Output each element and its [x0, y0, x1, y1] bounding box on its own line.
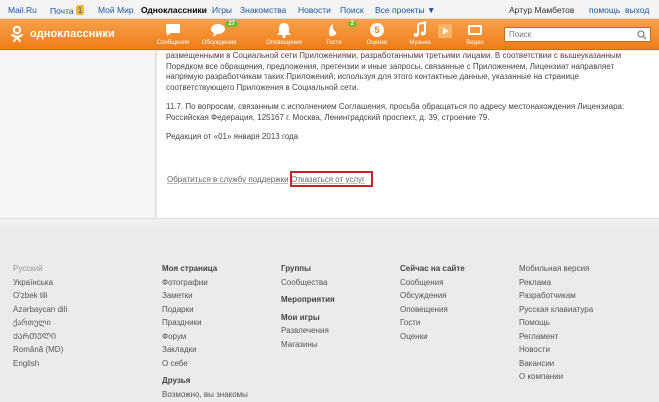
topbar-exit-link[interactable]: выход	[625, 5, 649, 15]
footer-link[interactable]: О компании	[519, 370, 593, 384]
nav-video[interactable]: Видео	[452, 21, 498, 46]
footer-link[interactable]: Магазины	[281, 338, 335, 352]
footer: Русский Українська O'zbek tili Azərbayca…	[0, 226, 659, 402]
footer-link[interactable]: Фотографии	[162, 276, 248, 290]
language-item[interactable]: English	[13, 357, 67, 371]
topbar-mail-label: Почта	[50, 6, 74, 16]
footer-link[interactable]: Возможно, вы знакомы	[162, 388, 248, 402]
footer-link[interactable]: Обсуждения	[400, 289, 465, 303]
footer-col-misc: Мобильная версия Реклама Разработчикам Р…	[519, 262, 593, 384]
ok-logo-icon[interactable]	[8, 25, 26, 43]
footer-heading[interactable]: Группы	[281, 262, 335, 276]
footer-link[interactable]: Развлечения	[281, 324, 335, 338]
nav-discussions[interactable]: 27 Обсуждения	[196, 21, 242, 46]
language-item[interactable]: Română (MD)	[13, 343, 67, 357]
footer-link[interactable]: Гости	[400, 316, 465, 330]
nav-label: Видео	[466, 40, 484, 46]
footer-col-now: Сейчас на сайте Сообщения Обсуждения Опо…	[400, 262, 465, 343]
search-input[interactable]	[505, 28, 630, 41]
support-link[interactable]: Обратиться в службу поддержки	[167, 175, 289, 184]
ok-header: одноклассники Сообщения 27 Обсуждения Оп…	[0, 19, 659, 50]
footer-link[interactable]: Оценки	[400, 330, 465, 344]
language-item[interactable]: ქართული	[13, 316, 67, 330]
highlight-box	[290, 171, 373, 187]
nav-guests[interactable]: 2 Гости	[311, 21, 357, 46]
all-projects-label: Все проекты	[375, 5, 425, 15]
footer-link[interactable]: Праздники	[162, 316, 248, 330]
left-sidebar	[0, 51, 156, 218]
nav-label: Сообщения	[156, 40, 190, 46]
nav-notifications[interactable]: Оповещения	[261, 21, 307, 46]
guests-icon	[329, 24, 337, 37]
nav-music[interactable]: Музыка	[397, 21, 443, 46]
footer-link[interactable]: Разработчикам	[519, 289, 593, 303]
music-icon	[413, 21, 426, 37]
bell-icon	[277, 23, 291, 39]
nav-label: Музыка	[409, 40, 431, 46]
agreement-paragraph: размещенными в Социальной сети Приложени…	[166, 51, 622, 92]
topbar-moimir-link[interactable]: Мой Мир	[98, 5, 134, 15]
ok-logo-text[interactable]: одноклассники	[30, 28, 115, 40]
footer-col-mypage: Моя страница Фотографии Заметки Подарки …	[162, 262, 248, 401]
divider	[0, 218, 659, 226]
discussions-badge: 27	[225, 21, 238, 27]
footer-heading[interactable]: Сейчас на сайте	[400, 262, 465, 276]
footer-link[interactable]: Новости	[519, 343, 593, 357]
footer-heading[interactable]: Мои игры	[281, 311, 335, 325]
footer-link[interactable]: Мобильная версия	[519, 262, 593, 276]
video-icon	[468, 25, 482, 35]
footer-link[interactable]: Русская клавиатура	[519, 303, 593, 317]
messages-icon	[166, 24, 180, 36]
footer-col-groups: Группы Сообщества Мероприятия Мои игры Р…	[281, 262, 335, 351]
nav-ratings[interactable]: 5 Оценки	[354, 21, 400, 46]
topbar-all-projects[interactable]: Все проекты ▼	[375, 5, 435, 15]
agreement-paragraph-contact: 11.7. По вопросам, связанным с исполнени…	[166, 102, 625, 122]
footer-link[interactable]: Оповещения	[400, 303, 465, 317]
main-content: размещенными в Социальной сети Приложени…	[157, 51, 659, 218]
ratings-icon: 5	[370, 23, 384, 37]
topbar-search-link[interactable]: Поиск	[340, 5, 364, 15]
topbar-mail-link[interactable]: Почта 1	[50, 5, 85, 16]
footer-link[interactable]: Заметки	[162, 289, 248, 303]
language-item[interactable]: ᲥᲐᲠᲗᲣᲚᲘ	[13, 330, 67, 344]
play-icon[interactable]	[438, 24, 452, 38]
language-item[interactable]: O'zbek tili	[13, 289, 67, 303]
topbar-help-link[interactable]: помощь	[589, 5, 620, 15]
footer-link[interactable]: Сообщения	[400, 276, 465, 290]
topbar-news-link[interactable]: Новости	[298, 5, 331, 15]
footer-languages: Русский Українська O'zbek tili Azərbayca…	[13, 262, 67, 370]
footer-link[interactable]: Закладки	[162, 343, 248, 357]
search-icon[interactable]	[637, 30, 647, 40]
search-box	[504, 27, 651, 42]
mail-count-badge: 1	[75, 5, 85, 15]
nav-label: Оценки	[366, 40, 388, 46]
nav-label: Оповещения	[266, 40, 302, 46]
footer-link[interactable]: Подарки	[162, 303, 248, 317]
topbar-mailru-link[interactable]: Mail.Ru	[8, 5, 37, 15]
language-item[interactable]: Русский	[13, 262, 67, 276]
footer-link[interactable]: Регламент	[519, 330, 593, 344]
nav-label: Гости	[326, 40, 342, 46]
mailru-topbar: Mail.Ru Почта 1 Мой Мир Одноклассники Игр…	[0, 0, 659, 19]
footer-link[interactable]: Форум	[162, 330, 248, 344]
edition-date: Редакция от «01» января 2013 года	[166, 132, 299, 141]
footer-link[interactable]: Помощь	[519, 316, 593, 330]
svg-text:5: 5	[374, 25, 379, 35]
language-item[interactable]: Українська	[13, 276, 67, 290]
footer-heading[interactable]: Друзья	[162, 374, 248, 388]
topbar-dating-link[interactable]: Знакомства	[240, 5, 286, 15]
footer-heading[interactable]: Моя страница	[162, 262, 248, 276]
footer-link[interactable]: Сообщества	[281, 276, 335, 290]
footer-link[interactable]: Реклама	[519, 276, 593, 290]
topbar-ok-link[interactable]: Одноклассники	[141, 5, 207, 15]
language-item[interactable]: Azərbaycan dili	[13, 303, 67, 317]
chevron-down-icon: ▼	[427, 5, 436, 15]
footer-link[interactable]: О себе	[162, 357, 248, 371]
nav-label: Обсуждения	[201, 40, 237, 46]
footer-link[interactable]: Вакансии	[519, 357, 593, 371]
nav-messages[interactable]: Сообщения	[150, 21, 196, 46]
footer-heading[interactable]: Мероприятия	[281, 293, 335, 307]
topbar-games-link[interactable]: Игры	[212, 5, 232, 15]
topbar-username[interactable]: Артур Мамбетов	[509, 5, 574, 15]
